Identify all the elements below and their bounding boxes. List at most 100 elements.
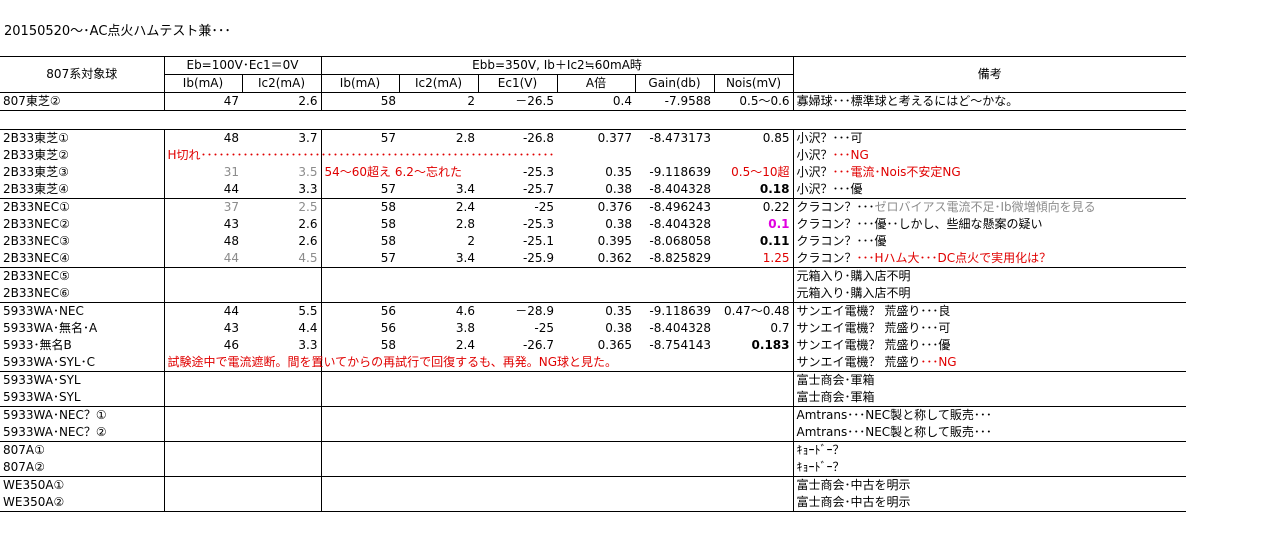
cell-a [557, 459, 635, 477]
header-eb-group: Eb=100V･Ec1＝0V [164, 56, 322, 75]
remark-highlight: ･･･NG [832, 148, 869, 162]
tube-name: 2B33NEC③ [0, 233, 165, 250]
tube-name: 2B33東芝④ [0, 181, 165, 199]
table-row: 2B33東芝③ 31 3.5 54～60超え 6.2～忘れた -25.3 0.35 -9.1… [0, 164, 1186, 181]
cell-ib2 [321, 389, 399, 407]
cell-nois [714, 267, 794, 285]
remark-text: 元箱入り･購入店不明 [796, 286, 911, 300]
table-row: 2B33NEC④ 44 4.5 57 3.4 -25.9 0.362 -8.825829 1.2… [0, 250, 1186, 268]
table-row: 5933WA･NEC？② Amtrans･･･NEC製と称して販売･･･ [0, 424, 1186, 442]
cell-nois: 0.183 [714, 337, 794, 354]
cell-ic22: 2 [467, 234, 475, 248]
table-row: 2B33東芝① 48 3.7 57 2.8 -26.8 0.377 -8.473173 0.85… [0, 129, 1186, 147]
cell-ic22 [399, 407, 478, 425]
cell-ib2: 56 [380, 321, 396, 335]
cell-a: 0.38 [605, 217, 632, 231]
cell-ec1 [478, 494, 557, 512]
cell-ic21 [242, 285, 322, 303]
cell-ib1 [164, 407, 242, 425]
cell-ib2 [321, 407, 399, 425]
remark-highlight: ･･･電流･Nois不安定NG [832, 165, 961, 179]
table-row: WE350A① 富士商会･中古を明示 [0, 476, 1186, 495]
cell-ib1 [164, 424, 242, 442]
cell-a [557, 268, 635, 286]
remark-cell: 富士商会･軍箱 [793, 372, 1186, 390]
cell-nois [714, 406, 794, 424]
cell-gain [635, 372, 714, 390]
cell-ic21 [242, 267, 322, 285]
remark-cell: 富士商会･中古を明示 [793, 494, 1186, 512]
ref-ic21: 2.6 [242, 92, 322, 111]
remark-cell: クラコン？･･･ゼロバイアス電流不足･Ib微増傾向を見る [793, 199, 1186, 217]
cell-gain: -8.068058 [649, 234, 711, 248]
remark-text: クラコン？･･･ [796, 200, 875, 214]
ref-nois: 0.5～0.6 [714, 92, 794, 111]
remark-cell: 小沢？･･･可 [793, 129, 1186, 147]
cell-ec1: -25 [534, 321, 554, 335]
cell-a: 0.365 [597, 338, 632, 352]
table-row: WE350A② 富士商会･中古を明示 [0, 494, 1186, 512]
cell-nois: 1.25 [714, 250, 794, 268]
cell-ic22: 2.4 [455, 338, 475, 352]
remark-cell: クラコン？･･･Hハム大･･･DC点火で実用化は？ [793, 250, 1186, 268]
cell-ec1 [478, 459, 557, 477]
cell-ic22 [399, 372, 478, 390]
cell-gain [635, 285, 714, 303]
cell-ic21: 2.6 [242, 233, 322, 250]
cell-a [557, 442, 635, 460]
cell-ib2: 57 [321, 181, 399, 199]
tube-name: 5933WA･SYL [0, 389, 165, 407]
header-tube: 807系対象球 [0, 56, 165, 93]
cell-a [557, 477, 635, 495]
ref-ec1: －26.5 [478, 92, 557, 111]
tube-name: 5933WA･NEC？① [0, 406, 165, 424]
tube-name: 2B33NEC① [0, 198, 165, 216]
table-row: 5933WA･SYL 富士商会･軍箱 [0, 371, 1186, 390]
cell-ic22 [399, 268, 478, 286]
ref-ic22: 2 [399, 92, 478, 111]
cell-ib1: 31 [223, 165, 239, 179]
cell-gain [635, 147, 714, 164]
cell-a: 0.395 [597, 234, 632, 248]
table-row: 807A② ｷｮｰﾄﾞｰ？ [0, 459, 1186, 477]
cell-gain: -8.825829 [635, 250, 714, 268]
cell-ib2 [321, 477, 399, 495]
table-row: 5933WA･NEC 44 5.5 56 4.6 －28.9 0.35 -9.118639 0.… [0, 302, 1186, 320]
remark-cell: 小沢？･･･優 [793, 181, 1186, 199]
tube-name: 2B33東芝② [0, 147, 165, 164]
cell-gain: -8.404328 [635, 181, 714, 199]
remark-cell: クラコン？･･･優 [793, 233, 1186, 250]
header-ib2: Ib(mA) [321, 74, 400, 93]
cell-ic21 [242, 371, 322, 389]
remark-cell: Amtrans･･･NEC製と称して販売･･･ [793, 407, 1186, 425]
cell-ic22: 2.4 [455, 200, 475, 214]
cell-nois [714, 389, 794, 407]
cell-ic22 [399, 442, 478, 460]
remark-text: サンエイ電機？ 荒盛り [796, 355, 921, 369]
cell-ib2 [321, 442, 399, 460]
remark-text: 富士商会･軍箱 [796, 373, 875, 387]
cell-ib1: 43 [223, 217, 239, 231]
cell-ic21 [242, 459, 322, 477]
cell-ib2: 57 [321, 129, 399, 147]
remark-text: 富士商会･中古を明示 [796, 478, 911, 492]
remark-cell: 元箱入り･購入店不明 [793, 285, 1186, 303]
cell-ec1: -25.3 [522, 217, 554, 231]
remark-text: サンエイ電機？ 荒盛り･･･良 [796, 304, 951, 318]
cell-ib1 [164, 442, 242, 460]
cell-ib1: 46 [223, 338, 239, 352]
cell-ib2: 57 [321, 250, 399, 268]
cell-a: 0.38 [605, 321, 632, 335]
cell-ib2 [321, 459, 399, 477]
cell-a: 0.38 [557, 181, 635, 199]
cell-ib2: 56 [380, 304, 396, 318]
table-row: 2B33NEC① 37 2.5 58 2.4 -25 0.376 -8.496243 0.22 ク… [0, 198, 1186, 217]
tube-name: 2B33NEC⑤ [0, 267, 165, 285]
cell-ic21: 4.4 [242, 320, 322, 337]
table-row: 2B33NEC③ 48 2.6 58 2 -25.1 0.395 -8.068058 0.11 ク… [0, 233, 1186, 250]
table-row: 807A① ｷｮｰﾄﾞｰ？ [0, 441, 1186, 460]
cell-gain: -8.473173 [635, 129, 714, 147]
tube-name: 5933WA･NEC [0, 302, 165, 320]
cell-ic21: 3.3 [242, 181, 322, 199]
cell-ib2 [321, 424, 399, 442]
